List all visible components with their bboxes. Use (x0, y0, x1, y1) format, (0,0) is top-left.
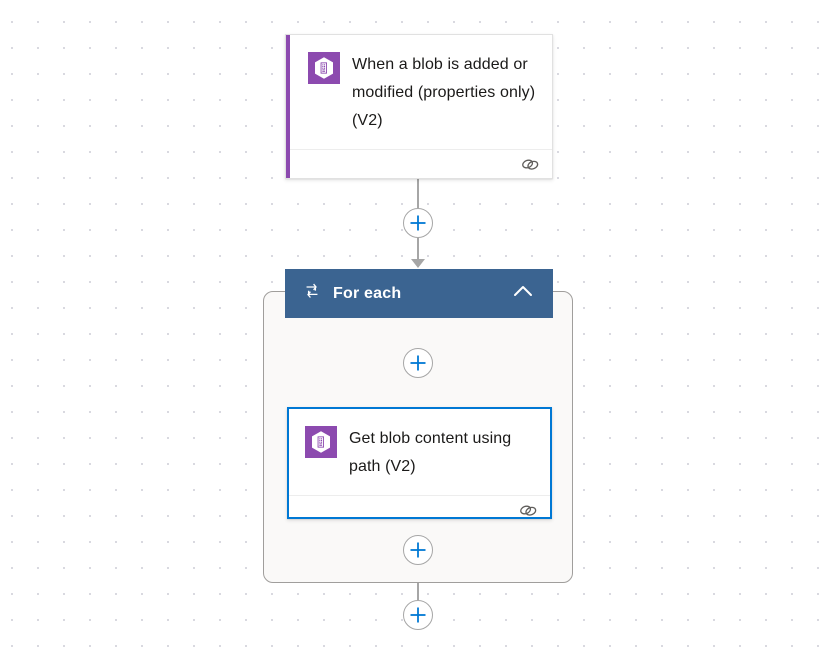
add-step-inside-foreach-bottom[interactable] (403, 535, 433, 565)
loop-icon (303, 282, 321, 305)
foreach-title: For each (333, 284, 402, 302)
chevron-up-icon[interactable] (511, 283, 535, 304)
add-step-inside-foreach-top[interactable] (403, 348, 433, 378)
plus-icon (410, 607, 426, 623)
azure-blob-storage-icon (305, 426, 337, 458)
plus-icon (410, 542, 426, 558)
connector-line-add1-to-foreach (417, 238, 419, 261)
action-card-body: Get blob content using path (V2) (289, 409, 550, 495)
add-step-after-foreach[interactable] (403, 600, 433, 630)
connector-arrow-add1-to-foreach (411, 259, 425, 268)
workflow-canvas: When a blob is added or modified (proper… (0, 0, 836, 664)
add-step-after-trigger[interactable] (403, 208, 433, 238)
azure-blob-storage-icon (308, 52, 340, 84)
trigger-card-title: When a blob is added or modified (proper… (352, 56, 536, 129)
action-card[interactable]: Get blob content using path (V2) (287, 407, 552, 519)
trigger-card-footer (286, 149, 552, 183)
trigger-accent-bar (286, 35, 290, 178)
trigger-card-body: When a blob is added or modified (proper… (286, 35, 552, 149)
plus-icon (410, 355, 426, 371)
trigger-card[interactable]: When a blob is added or modified (proper… (285, 34, 553, 179)
plus-icon (410, 215, 426, 231)
link-icon[interactable] (518, 502, 538, 523)
action-card-footer (289, 495, 550, 529)
foreach-header[interactable]: For each (285, 269, 553, 318)
connector-line-foreach-to-add4 (417, 583, 419, 600)
action-card-title: Get blob content using path (V2) (349, 430, 512, 475)
link-icon[interactable] (520, 156, 540, 177)
